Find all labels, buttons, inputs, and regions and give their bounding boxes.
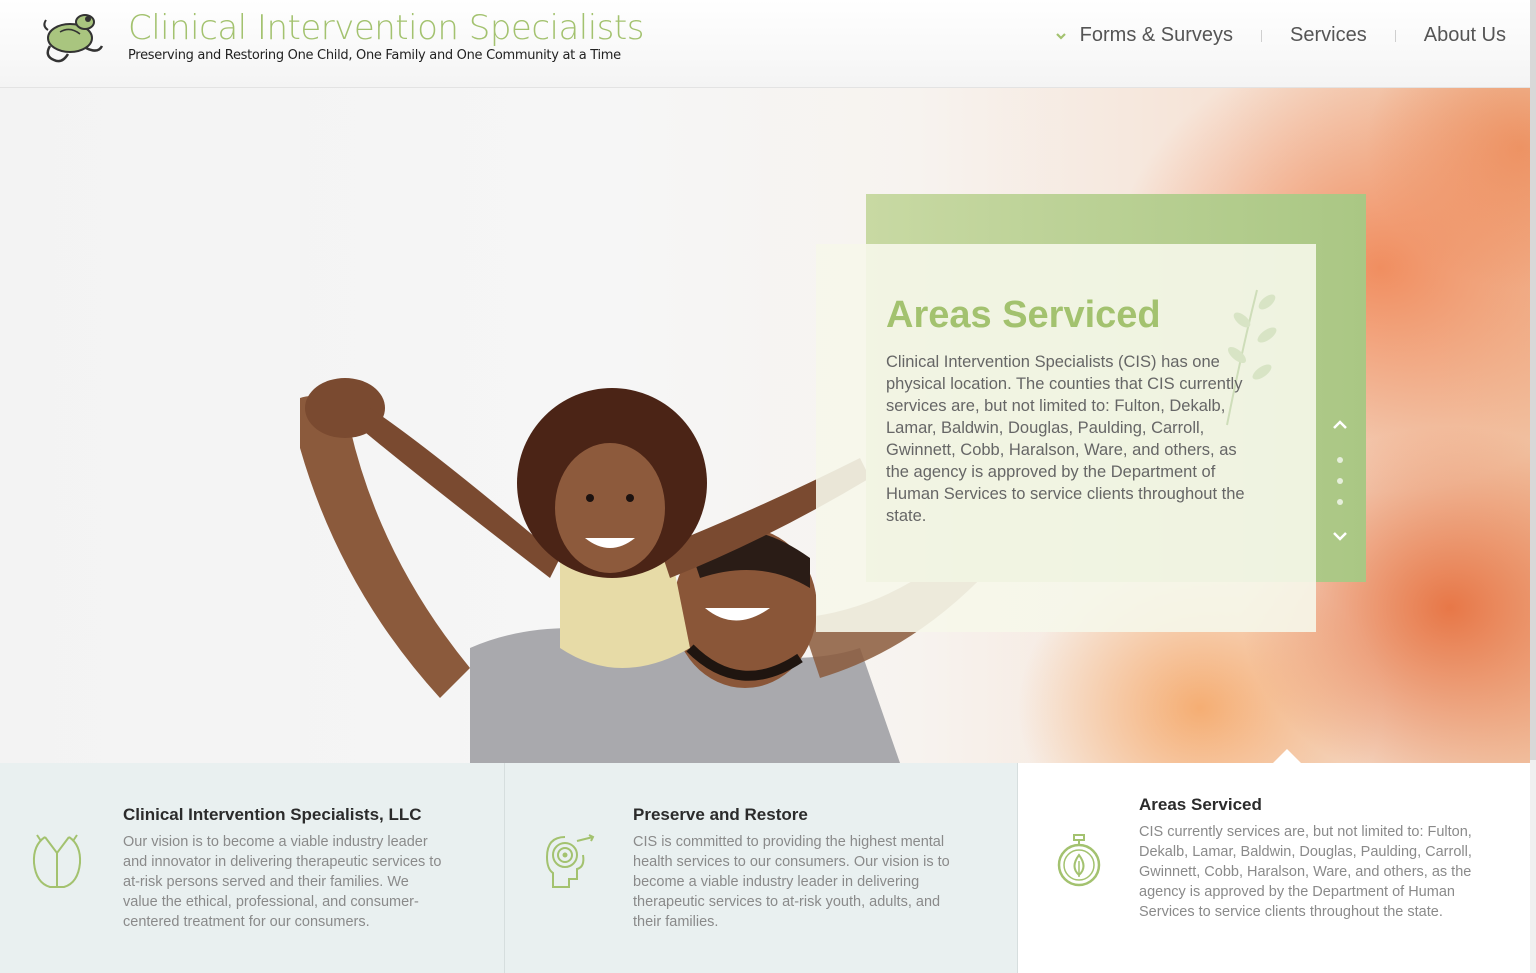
panel-text: CIS is committed to providing the highes… [633,834,950,930]
panel-title: Areas Serviced [1139,795,1262,814]
stopwatch-leaf-icon [1057,834,1101,887]
panel-text: Our vision is to become a viable industr… [123,834,442,930]
slider-dot[interactable] [1337,499,1343,505]
slide-text: Clinical Intervention Specialists (CIS) … [886,353,1245,525]
nav-item-label: Services [1290,24,1367,46]
frog-icon[interactable] [40,8,108,68]
nav-item-label: Forms & Surveys [1079,24,1234,46]
chevron-down-icon [1055,32,1066,40]
brand-tagline: Preserving and Restoring One Child, One … [128,48,621,63]
panel-title: Preserve and Restore [633,805,808,824]
scrollbar-thumb[interactable] [1530,0,1536,760]
chevron-up-icon[interactable] [1330,418,1350,432]
brand-title[interactable]: Clinical Intervention Specialists [128,8,644,48]
nav-divider [1261,29,1263,42]
active-panel-pointer [1273,749,1301,763]
feature-panels: Clinical Intervention Specialists, LLC O… [0,763,1530,973]
nav-item-label: About Us [1423,24,1506,46]
nav-item-about-us[interactable]: About Us [1424,24,1506,47]
chevron-down-icon[interactable] [1330,529,1350,543]
feature-panel-areas-serviced[interactable]: Areas Serviced CIS currently services ar… [1018,763,1530,973]
slider-dot[interactable] [1337,457,1343,463]
panel-title: Clinical Intervention Specialists, LLC [123,805,422,824]
head-spiral-icon [545,834,595,888]
nav-item-services[interactable]: Services [1290,24,1367,47]
main-nav: Forms & Surveys Services About Us [1054,24,1506,47]
slide-title: Areas Serviced [886,294,1161,336]
shirt-icon [32,834,82,888]
nav-divider [1394,29,1396,42]
page-scrollbar[interactable] [1530,0,1536,973]
feature-panel-cis-llc[interactable]: Clinical Intervention Specialists, LLC O… [0,763,505,973]
feature-panel-preserve-restore[interactable]: Preserve and Restore CIS is committed to… [505,763,1018,973]
panel-text: CIS currently services are, but not limi… [1139,824,1472,920]
nav-item-forms-surveys[interactable]: Forms & Surveys [1054,24,1233,47]
site-header: Clinical Intervention Specialists Preser… [0,0,1536,88]
slider-dot[interactable] [1337,478,1343,484]
